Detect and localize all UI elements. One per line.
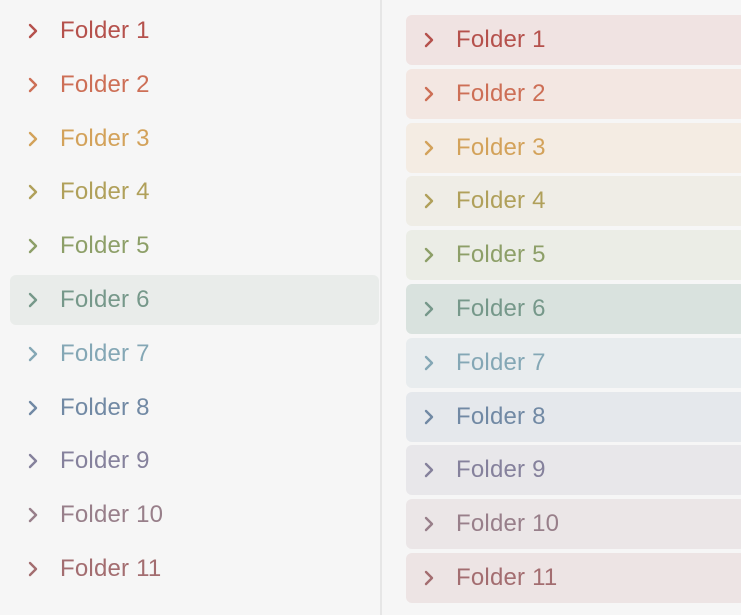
folder-label: Folder 2 [60,70,150,98]
chevron-right-icon[interactable] [26,560,40,578]
chevron-right-icon[interactable] [26,76,40,94]
chevron-right-icon[interactable] [26,345,40,363]
folder-label: Folder 4 [60,178,150,206]
chevron-right-icon[interactable] [422,354,436,372]
chevron-right-icon[interactable] [422,139,436,157]
chevron-right-icon[interactable] [26,22,40,40]
right-folder-item[interactable]: Folder 7 [406,337,741,388]
right-folder-item[interactable]: Folder 11 [406,552,741,603]
chevron-right-icon[interactable] [26,399,40,417]
folder-label: Folder 4 [456,187,546,215]
folder-label: Folder 1 [60,17,150,44]
chevron-right-icon[interactable] [26,291,40,309]
app-window: Folder 1 Folder 2 Folder 3 Folder 4 Folder 5… [0,0,741,615]
left-folder-item[interactable]: Folder 7 [10,329,379,379]
folder-label: Folder 6 [60,285,150,313]
chevron-right-icon[interactable] [422,85,436,103]
folder-label: Folder 10 [60,501,164,529]
right-folder-list: Folder 1 Folder 2 Folder 3 Folder 4 Folder 5… [406,15,741,607]
left-folder-item[interactable]: Folder 8 [10,383,379,433]
chevron-right-icon[interactable] [26,130,40,148]
left-folder-list: Folder 1 Folder 2 Folder 3 Folder 4 Folder 5… [10,6,379,598]
folder-label: Folder 5 [456,241,546,269]
folder-label: Folder 9 [456,456,546,484]
folder-label: Folder 5 [60,232,150,260]
chevron-right-icon[interactable] [422,569,436,587]
folder-label: Folder 1 [456,26,546,53]
chevron-right-icon[interactable] [422,408,436,426]
right-panel-folder-tree: Folder 1 Folder 2 Folder 3 Folder 4 Folder 5… [382,0,741,615]
right-folder-item[interactable]: Folder 4 [406,176,741,227]
left-folder-item[interactable]: Folder 11 [10,544,379,594]
chevron-right-icon[interactable] [422,515,436,533]
chevron-right-icon[interactable] [26,452,40,470]
right-folder-item[interactable]: Folder 5 [406,230,741,281]
chevron-right-icon[interactable] [422,192,436,210]
left-folder-item[interactable]: Folder 6 [10,274,379,325]
chevron-right-icon[interactable] [26,237,40,255]
folder-label: Folder 3 [60,124,150,152]
folder-label: Folder 11 [456,563,558,591]
right-folder-item[interactable]: Folder 9 [406,445,741,496]
right-folder-item[interactable]: Folder 10 [406,499,741,550]
chevron-right-icon[interactable] [422,246,436,264]
folder-label: Folder 10 [456,510,560,538]
left-sidebar-folder-tree: Folder 1 Folder 2 Folder 3 Folder 4 Folder 5… [0,0,380,615]
right-folder-item[interactable]: Folder 6 [406,283,741,334]
folder-label: Folder 6 [456,294,546,322]
left-folder-item[interactable]: Folder 3 [10,114,379,164]
left-folder-item[interactable]: Folder 9 [10,436,379,486]
right-folder-item[interactable]: Folder 8 [406,391,741,442]
left-folder-item[interactable]: Folder 2 [10,60,379,110]
folder-label: Folder 7 [456,348,546,376]
chevron-right-icon[interactable] [422,300,436,318]
left-folder-item[interactable]: Folder 10 [10,490,379,540]
chevron-right-icon[interactable] [422,461,436,479]
folder-label: Folder 8 [456,402,546,430]
folder-label: Folder 8 [60,393,150,421]
folder-label: Folder 9 [60,447,150,475]
chevron-right-icon[interactable] [422,31,436,49]
folder-label: Folder 2 [456,79,546,107]
chevron-right-icon[interactable] [26,506,40,524]
right-folder-item[interactable]: Folder 2 [406,68,741,119]
folder-label: Folder 7 [60,339,150,367]
chevron-right-icon[interactable] [26,183,40,201]
right-folder-item[interactable]: Folder 3 [406,122,741,173]
left-folder-item[interactable]: Folder 5 [10,221,379,271]
left-folder-item[interactable]: Folder 4 [10,167,379,217]
left-folder-item[interactable]: Folder 1 [10,6,379,56]
right-folder-item[interactable]: Folder 1 [406,15,741,65]
folder-label: Folder 11 [60,554,162,582]
folder-label: Folder 3 [456,133,546,161]
